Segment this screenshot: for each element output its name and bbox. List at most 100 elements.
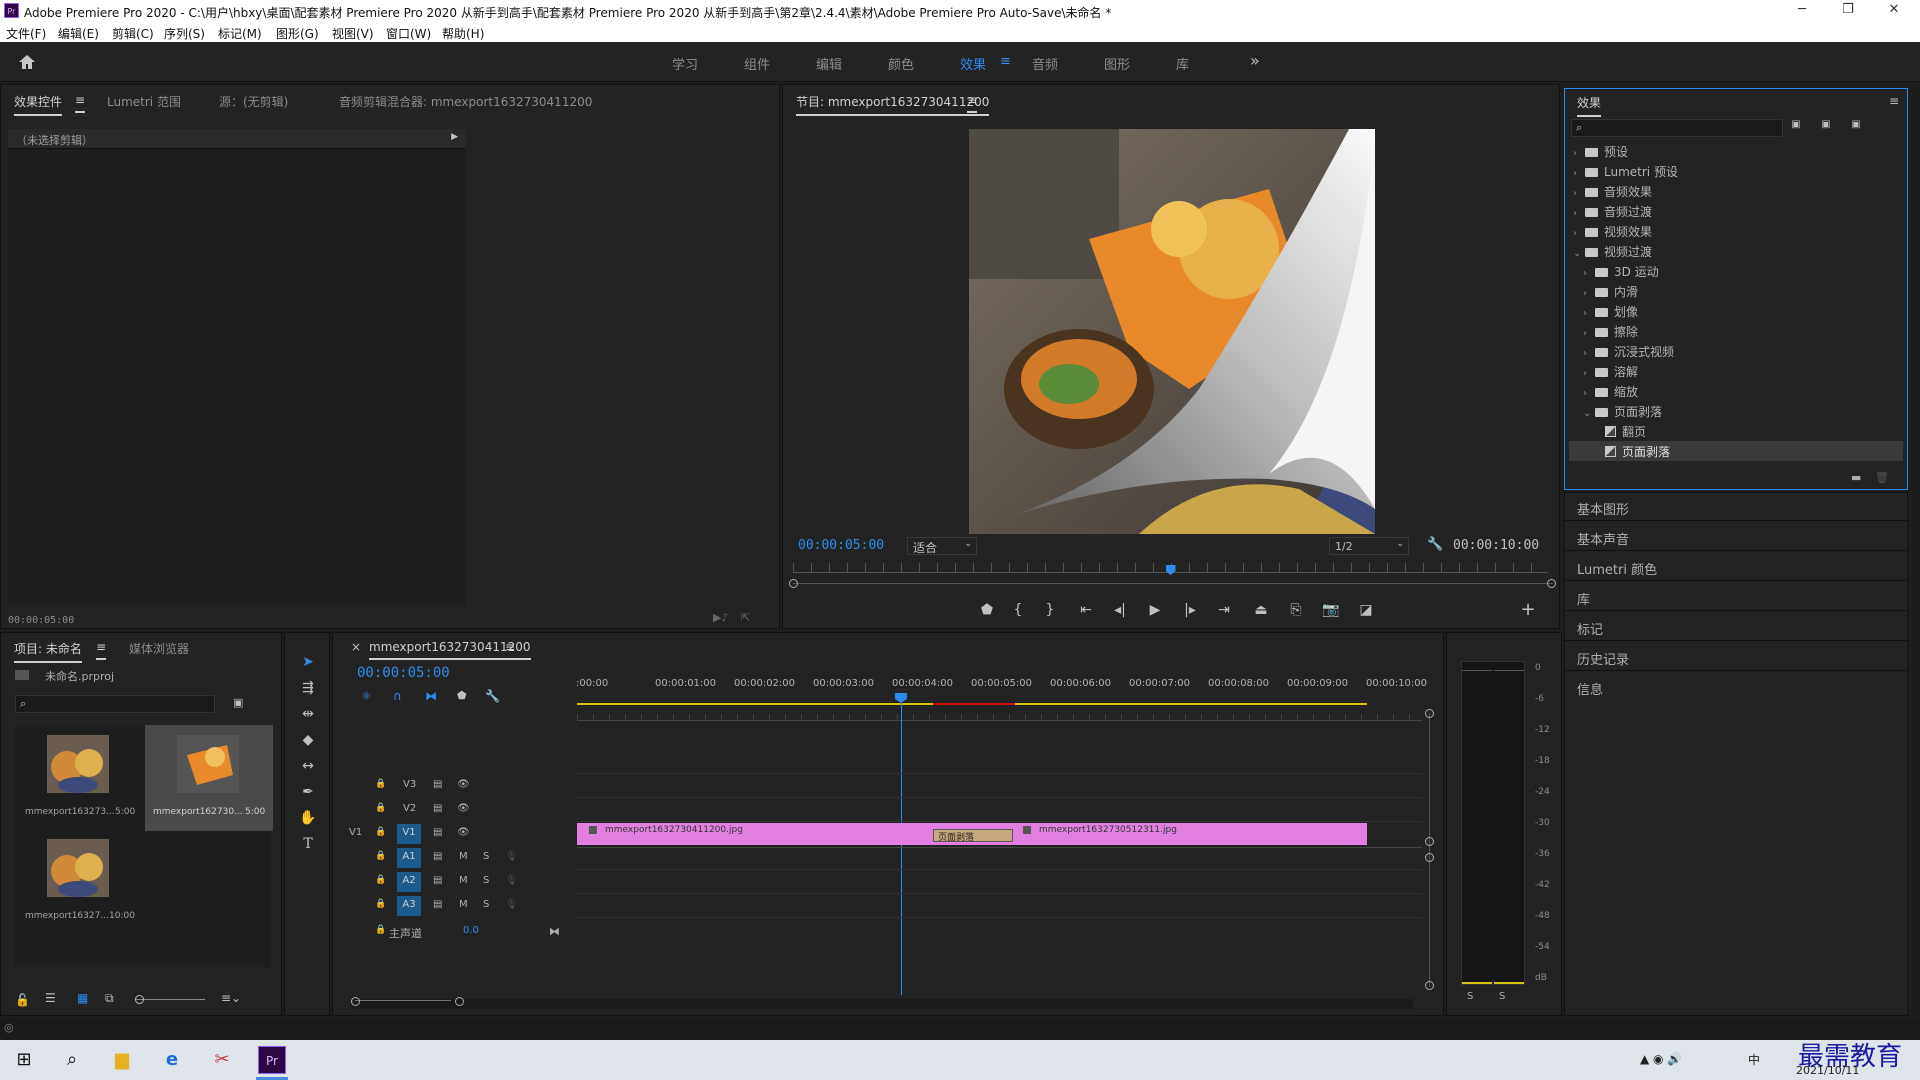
tab-project-menu-icon[interactable]: ≡ [96,640,107,660]
project-item[interactable]: mmexport163273... 5:00 [15,727,143,831]
file-explorer-icon[interactable]: ▆ [110,1048,134,1072]
go-to-in-icon[interactable]: ⇤ [1075,599,1097,621]
tree-item-audio-transitions[interactable]: › 音频过渡 [1573,203,1652,221]
button-editor-plus-icon[interactable]: + [1517,599,1539,621]
meter-solo-right[interactable]: S [1499,991,1505,1002]
menu-graphics[interactable]: 图形(G) [276,25,319,42]
tab-audio-clip-mixer[interactable]: 音频剪辑混合器: mmexport1632730411200 [339,93,592,110]
workspace-learning[interactable]: 学习 [672,54,698,73]
linked-selection-icon[interactable]: ⧓ [425,689,437,703]
tab-effect-controls-menu-icon[interactable]: ≡ [75,93,86,113]
mark-out-icon[interactable]: } [1039,599,1061,621]
tab-effect-controls[interactable]: 效果控件 [14,93,63,116]
solo-button[interactable]: S [483,875,489,886]
tree-item-video-effects[interactable]: › 视频效果 [1573,223,1652,241]
lock-icon[interactable]: 🔒 [375,779,386,789]
vertical-scrollbar[interactable] [1429,713,1430,987]
extract-icon[interactable]: ⎘ [1285,599,1307,621]
menu-view[interactable]: 视图(V) [332,25,374,42]
sync-lock-icon[interactable]: ▤ [433,827,442,838]
timeline-settings-wrench-icon[interactable]: 🔧 [485,689,500,703]
workspace-assembly[interactable]: 组件 [744,54,770,73]
workspace-libraries[interactable]: 库 [1176,54,1189,73]
lock-icon[interactable]: 🔒 [375,803,386,813]
tree-item-dissolve[interactable]: › 溶解 [1583,363,1638,381]
eye-icon[interactable]: 👁 [457,803,470,814]
tree-item-page-turn[interactable]: 翻页 [1605,423,1646,441]
project-item-selected[interactable]: mmexport162730... 5:00 [145,725,273,831]
go-to-out-icon[interactable]: ⇥ [1213,599,1235,621]
master-volume-value[interactable]: 0.0 [463,925,479,936]
menu-help[interactable]: 帮助(H) [442,25,484,42]
menu-sequence[interactable]: 序列(S) [164,25,205,42]
tree-item-lumetri-presets[interactable]: › Lumetri 预设 [1573,163,1678,181]
tree-item-audio-effects[interactable]: › 音频效果 [1573,183,1652,201]
minimize-button[interactable]: ─ [1782,2,1822,17]
delete-icon[interactable]: 🗑 [1875,471,1889,484]
tree-item-presets[interactable]: › 预设 [1573,143,1628,161]
solo-button[interactable]: S [483,899,489,910]
resolution-select[interactable]: 1/2 ⌄ [1329,537,1409,555]
panel-markers[interactable]: 标记 [1577,619,1603,638]
transition-page-peel[interactable]: 页面剥落 [933,829,1013,843]
tab-lumetri-scopes[interactable]: Lumetri 范围 [107,93,181,110]
export-frame-icon[interactable]: ⇱ [741,611,750,624]
settings-wrench-icon[interactable]: 🔧 [1427,537,1443,552]
new-bin-icon[interactable]: ▬ [1851,471,1861,484]
add-marker-icon[interactable]: ⬟ [976,599,998,621]
zoom-slider-handle[interactable] [135,995,144,1004]
tab-source[interactable]: 源：(无剪辑) [219,93,288,110]
tab-project[interactable]: 项目: 未命名 [14,640,82,663]
menu-file[interactable]: 文件(F) [6,25,46,42]
effects-panel-title[interactable]: 效果 [1577,94,1602,117]
tree-item-video-transitions[interactable]: ⌄ 视频过渡 [1573,243,1652,261]
menu-window[interactable]: 窗口(W) [386,25,431,42]
panel-essential-graphics[interactable]: 基本图形 [1577,499,1629,518]
program-monitor-menu-icon[interactable]: ≡ [967,93,978,113]
hand-tool-icon[interactable]: ✋ [297,807,319,829]
windows-start-icon[interactable]: ⊞ [12,1048,36,1072]
menu-edit[interactable]: 编辑(E) [58,25,99,42]
panel-libraries[interactable]: 库 [1577,589,1590,608]
pen-tool-icon[interactable]: ✒ [297,781,319,803]
tab-media-browser[interactable]: 媒体浏览器 [129,640,189,657]
lock-icon[interactable]: 🔒 [375,827,386,837]
scroll-handle[interactable] [1425,837,1434,846]
zoom-handle-right[interactable] [1547,579,1556,588]
search-icon[interactable]: ⌕ [60,1048,84,1072]
mark-in-icon[interactable]: { [1007,599,1029,621]
lock-icon[interactable]: 🔒 [375,875,386,885]
tree-item-immersive-video[interactable]: › 沉浸式视频 [1583,343,1674,361]
edge-browser-icon[interactable]: e [160,1048,184,1072]
scroll-handle[interactable] [1425,981,1434,990]
comparison-view-icon[interactable]: ◪ [1355,599,1377,621]
timeline-ruler[interactable] [577,691,1422,721]
sync-lock-icon[interactable]: ▤ [433,803,442,814]
workspace-editing[interactable]: 编辑 [816,54,842,73]
icon-view-icon[interactable]: ▦ [77,991,88,1005]
program-playhead[interactable] [1165,565,1176,575]
panel-history[interactable]: 历史记录 [1577,649,1629,668]
tree-item-page-peel-folder[interactable]: ⌄ 页面剥落 [1583,403,1662,421]
export-audio-icon[interactable]: ▶♪ [713,611,728,624]
menu-clip[interactable]: 剪辑(C) [112,25,154,42]
type-tool-icon[interactable]: T [297,833,319,855]
mic-icon[interactable]: 🎙 [505,875,518,886]
panel-essential-sound[interactable]: 基本声音 [1577,529,1629,548]
export-frame-camera-icon[interactable]: 📷 [1320,599,1342,621]
fit-select[interactable]: 适合 ⌄ [907,537,977,555]
close-button[interactable]: ✕ [1874,2,1914,17]
sync-lock-icon[interactable]: ▤ [433,875,442,886]
workspace-effects[interactable]: 效果 [960,54,986,73]
zoom-handle-right[interactable] [455,997,464,1006]
expand-arrow-icon[interactable]: ▶ [451,132,458,142]
project-search-input[interactable]: ⌕ [15,695,215,713]
ime-indicator[interactable]: 中 [1748,1051,1760,1068]
freeform-view-icon[interactable]: ⧉ [105,991,114,1006]
mic-icon[interactable]: 🎙 [505,899,518,910]
track-label[interactable]: A3 [397,896,421,916]
eye-icon[interactable]: 👁 [457,779,470,790]
zoom-handle-left[interactable] [351,997,360,1006]
razor-tool-icon[interactable]: ◆ [297,729,319,751]
menu-markers[interactable]: 标记(M) [218,25,262,42]
